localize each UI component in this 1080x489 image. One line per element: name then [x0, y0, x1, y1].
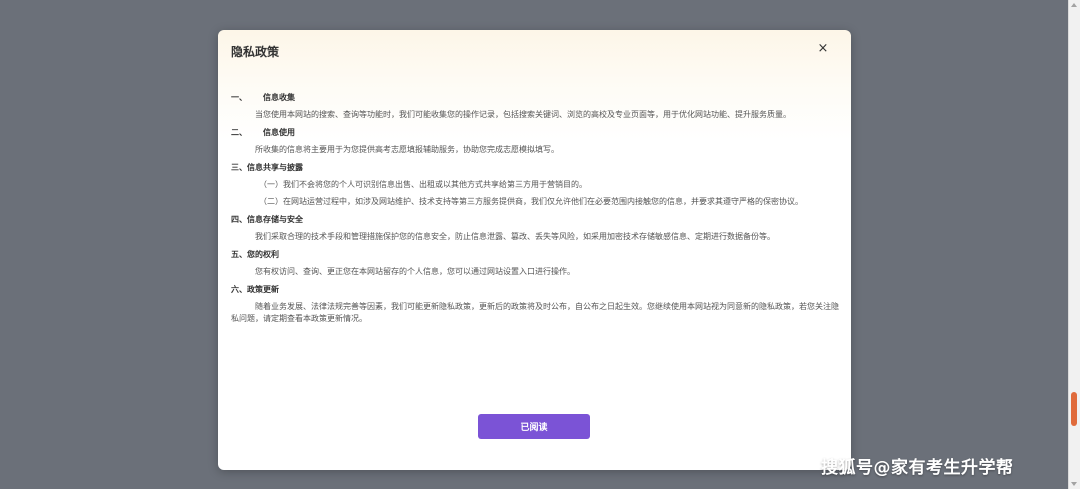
section-paragraph: （二）在网站运营过程中，如涉及网站维护、技术支持等第三方服务提供商，我们仅允许他…: [259, 197, 803, 206]
section-heading: 四、信息存储与安全: [231, 215, 303, 224]
close-icon[interactable]: ×: [816, 42, 830, 56]
privacy-policy-dialog: 隐私政策 × 一、 信息收集 当您使用本网站的搜索、查询等功能时，我们可能收集您的…: [218, 30, 851, 470]
watermark-text: 搜狐号@家有考生升学帮: [821, 458, 1014, 478]
section-paragraph: 随着业务发展、法律法规完善等因素，我们可能更新隐私政策，更新后的政策将及时公布，…: [231, 302, 839, 323]
page-scrollbar[interactable]: [1068, 0, 1080, 489]
section-heading: 五、您的权利: [231, 250, 279, 259]
section-paragraph: 您有权访问、查询、更正您在本网站留存的个人信息，您可以通过网站设置入口进行操作。: [255, 267, 575, 276]
section-paragraph: 当您使用本网站的搜索、查询等功能时，我们可能收集您的操作记录，包括搜索关键词、浏…: [255, 110, 791, 119]
section-heading: 六、政策更新: [231, 285, 279, 294]
scroll-up-arrow-icon[interactable]: [1071, 3, 1077, 7]
section-paragraph: 所收集的信息将主要用于为您提供高考志愿填报辅助服务，协助您完成志愿模拟填写。: [255, 145, 559, 154]
section-heading: 二、 信息使用: [231, 128, 295, 137]
dialog-title: 隐私政策: [231, 45, 280, 59]
section-paragraph: 我们采取合理的技术手段和管理措施保护您的信息安全，防止信息泄露、篡改、丢失等风险…: [255, 232, 775, 241]
read-confirm-button[interactable]: 已阅读: [478, 414, 590, 439]
section-heading: 三、信息共享与披露: [231, 163, 303, 172]
scroll-down-arrow-icon[interactable]: [1071, 482, 1077, 486]
section-heading: 一、 信息收集: [231, 93, 295, 102]
policy-content: 一、 信息收集 当您使用本网站的搜索、查询等功能时，我们可能收集您的操作记录，包括…: [231, 92, 839, 330]
scrollbar-thumb[interactable]: [1071, 392, 1077, 426]
section-paragraph: （一）我们不会将您的个人可识别信息出售、出租或以其他方式共享给第三方用于营销目的…: [259, 180, 587, 189]
